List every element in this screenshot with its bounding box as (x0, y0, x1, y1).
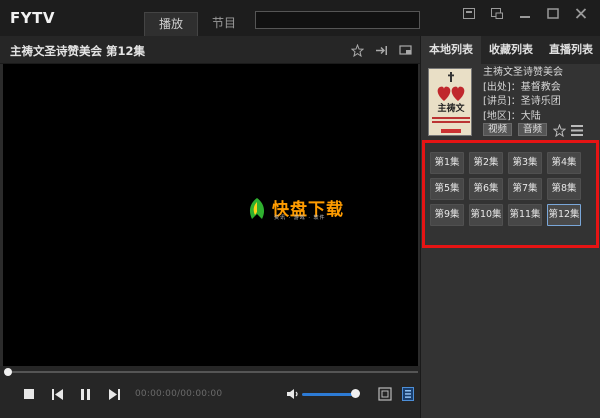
next-button[interactable] (107, 387, 121, 401)
seek-handle[interactable] (4, 368, 12, 376)
episode-button[interactable]: 第3集 (508, 152, 542, 174)
search-box (255, 11, 420, 29)
time-display: 00:00:00/00:00:00 (135, 389, 223, 399)
share-arrow-icon[interactable] (374, 43, 388, 57)
screen-mode-icon[interactable] (398, 43, 412, 57)
mini-mode-icon (463, 7, 475, 19)
volume-icon[interactable] (286, 387, 300, 401)
volume-slider[interactable] (302, 393, 354, 396)
poster-footer (441, 129, 461, 133)
watermark: 快盘下载 资讯 · 游戏 · 软件 (246, 196, 350, 222)
tab-play[interactable]: 播放 (144, 12, 199, 36)
video-header-actions (350, 43, 412, 57)
tab-local-list[interactable]: 本地列表 (421, 36, 481, 64)
pip-button[interactable] (484, 4, 510, 22)
close-icon (575, 7, 587, 19)
episode-button[interactable]: 第10集 (469, 204, 503, 226)
cross-icon (448, 72, 454, 82)
watermark-logo-icon (249, 198, 265, 219)
favorite-star-icon[interactable] (553, 124, 566, 137)
video-title: 主祷文圣诗赞美会 第12集 (10, 44, 146, 58)
window-controls (456, 4, 594, 22)
stop-icon (24, 389, 34, 399)
maximize-button[interactable] (540, 4, 566, 22)
episode-button[interactable]: 第1集 (430, 152, 464, 174)
close-button[interactable] (568, 4, 594, 22)
panel-tabs: 本地列表 收藏列表 直播列表 (421, 36, 600, 64)
episode-button[interactable]: 第11集 (508, 204, 542, 226)
poster-line (432, 121, 470, 123)
pip-icon (491, 7, 503, 19)
episode-list: 第1集 第2集 第3集 第4集第5集 第6集 第7集 第8集第9集 第10集 第11集 第12集 (422, 140, 599, 248)
episode-button[interactable]: 第8集 (547, 178, 581, 200)
program-meta: 主祷文圣诗赞美会 [出处]：基督教会 [讲员]：圣诗乐团 [地区]：大陆 (483, 66, 563, 124)
fullscreen-icon[interactable] (378, 387, 392, 401)
episode-grid: 第1集 第2集 第3集 第4集第5集 第6集 第7集 第8集第9集 第10集 第11集 第12集 (430, 152, 581, 226)
next-icon (108, 388, 120, 400)
episode-button[interactable]: 第5集 (430, 178, 464, 200)
menu-list-icon[interactable] (571, 125, 583, 136)
poster-line (432, 117, 470, 119)
player-controls: 00:00:00/00:00:00 (0, 378, 420, 418)
previous-icon (51, 388, 63, 400)
program-name: 主祷文圣诗赞美会 (483, 67, 563, 78)
episode-button[interactable]: 第7集 (508, 178, 542, 200)
tab-live-list[interactable]: 直播列表 (541, 36, 600, 64)
audio-button[interactable]: 音频 (518, 123, 548, 136)
program-info: 主祷文 主祷文圣诗赞美会 [出处]：基督教会 [讲员]：圣诗乐团 [地区]：大陆… (421, 64, 600, 142)
episode-button[interactable]: 第4集 (547, 152, 581, 174)
search-input[interactable] (256, 12, 419, 28)
seek-track[interactable] (8, 371, 418, 373)
episode-button[interactable]: 第2集 (469, 152, 503, 174)
playlist-toggle-icon[interactable] (402, 387, 414, 401)
previous-button[interactable] (50, 387, 64, 401)
minimize-icon (520, 15, 530, 18)
video-button[interactable]: 视频 (483, 123, 513, 136)
hearts-graphic-icon (437, 86, 465, 101)
seek-bar[interactable] (0, 366, 420, 378)
top-nav: 播放 节目 (144, 12, 250, 36)
program-region: [地区]：大陆 (483, 110, 541, 122)
program-source: [出处]：基督教会 (483, 81, 561, 93)
program-speaker: [讲员]：圣诗乐团 (483, 96, 561, 107)
maximize-icon (547, 7, 559, 19)
pause-button[interactable] (79, 387, 93, 401)
minimize-button[interactable] (512, 4, 538, 22)
volume-handle[interactable] (351, 389, 360, 398)
pause-icon (81, 388, 90, 400)
mini-mode-button[interactable] (456, 4, 482, 22)
app-logo: FYTV (10, 9, 55, 27)
favorite-star-icon[interactable] (350, 43, 364, 57)
watermark-subtitle: 资讯 · 游戏 · 软件 (274, 215, 326, 221)
episode-button[interactable]: 第9集 (430, 204, 464, 226)
episode-button[interactable]: 第12集 (547, 204, 581, 226)
tab-programs[interactable]: 节目 (198, 12, 250, 36)
title-bar: FYTV 播放 节目 (0, 0, 600, 36)
poster-title: 主祷文 (437, 104, 465, 114)
media-type-buttons: 视频 音频 (483, 123, 548, 136)
tab-favorites-list[interactable]: 收藏列表 (481, 36, 541, 64)
video-canvas[interactable]: 快盘下载 资讯 · 游戏 · 软件 (3, 64, 418, 366)
stop-button[interactable] (22, 387, 36, 401)
program-poster[interactable]: 主祷文 (428, 68, 472, 136)
video-header: 主祷文圣诗赞美会 第12集 (0, 36, 420, 64)
episode-button[interactable]: 第6集 (469, 178, 503, 200)
